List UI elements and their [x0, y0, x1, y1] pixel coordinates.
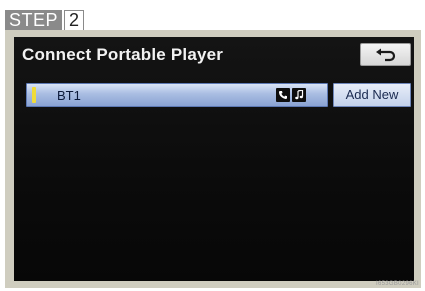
device-name: BT1 [57, 88, 81, 103]
music-note-icon [292, 88, 306, 102]
back-arrow-icon [375, 48, 395, 61]
display-screen: Connect Portable Player BT1 Add New [14, 37, 414, 281]
add-new-button[interactable]: Add New [333, 83, 411, 107]
back-button[interactable] [360, 43, 411, 66]
screen-title: Connect Portable Player [22, 45, 224, 64]
step-word: STEP [5, 10, 63, 31]
step-label: STEP 2 [5, 10, 85, 31]
phone-icon [276, 88, 290, 102]
device-status-indicator [32, 87, 36, 103]
step-number: 2 [64, 10, 85, 31]
image-code: I653GB0296KI [376, 281, 419, 287]
device-list-item[interactable]: BT1 [26, 83, 328, 107]
